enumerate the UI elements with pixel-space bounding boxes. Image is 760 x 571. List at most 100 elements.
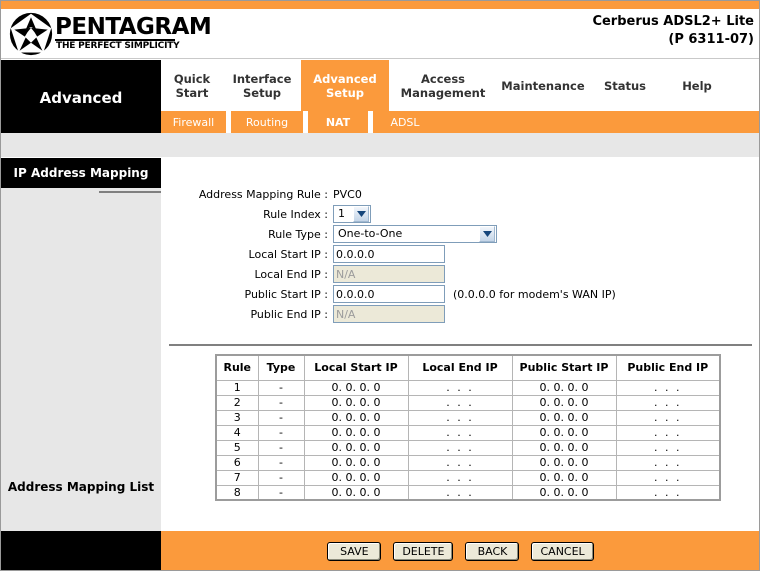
button-label: CANCEL bbox=[540, 544, 585, 558]
sub-tab-firewall[interactable]: Firewall bbox=[161, 111, 226, 133]
table-cell: . . . bbox=[615, 454, 721, 471]
table-cell: 0. 0. 0. 0 bbox=[303, 454, 409, 471]
sub-tab-label: Firewall bbox=[172, 115, 215, 129]
table-cell: 0. 0. 0. 0 bbox=[303, 394, 409, 411]
table-cell: . . . bbox=[615, 424, 721, 441]
select-value: 1 bbox=[338, 207, 345, 220]
table-body: 1-0. 0. 0. 0. . . 0. 0. 0. 0. . . 2-0. 0. … bbox=[215, 379, 721, 501]
main-tab-advanced-setup[interactable]: Advanced Setup bbox=[301, 60, 389, 111]
table-cell: - bbox=[257, 394, 305, 411]
table-cell: . . . bbox=[615, 394, 721, 411]
table-cell: . . . bbox=[407, 394, 513, 411]
form-row-rule-index: Rule Index : 1 bbox=[161, 204, 759, 224]
main-tab-interface-setup[interactable]: Interface Setup bbox=[223, 60, 301, 111]
form-label: Public End IP : bbox=[250, 307, 328, 321]
input-public-end-ip bbox=[333, 305, 445, 323]
delete-button[interactable]: DELETE bbox=[393, 541, 454, 561]
content-area: Address Mapping Rule : PVC0 Rule Index :1R… bbox=[161, 158, 759, 531]
button-label: SAVE bbox=[340, 544, 369, 558]
form-row-rule-type: Rule Type : One-to-One bbox=[161, 224, 759, 244]
button-label: BACK bbox=[477, 544, 508, 558]
footer-left-filler bbox=[1, 531, 161, 570]
table-row: 3-0. 0. 0. 0. . . 0. 0. 0. 0. . . bbox=[215, 409, 721, 426]
table-cell: . . . bbox=[407, 484, 513, 501]
table-row: 2-0. 0. 0. 0. . . 0. 0. 0. 0. . . bbox=[215, 394, 721, 411]
table-cell: 2 bbox=[215, 394, 259, 411]
form-label: Rule Index : bbox=[263, 207, 328, 221]
button-label: DELETE bbox=[402, 544, 445, 558]
back-button[interactable]: BACK bbox=[465, 541, 520, 561]
brand-name: PENTAGRAM bbox=[55, 14, 212, 40]
table-cell: 0. 0. 0. 0 bbox=[511, 409, 617, 426]
brand-logo: PENTAGRAM THE PERFECT SIMPLICITY bbox=[9, 11, 212, 57]
sub-tab-label: Routing bbox=[245, 115, 289, 129]
form-value-address-mapping-rule: PVC0 bbox=[333, 187, 362, 201]
table-cell: 0. 0. 0. 0 bbox=[303, 379, 409, 396]
sub-tab-adsl[interactable]: ADSL bbox=[373, 111, 437, 133]
main-tab-label: Advanced Setup bbox=[313, 71, 377, 100]
table-cell: . . . bbox=[407, 469, 513, 486]
sidebar-address-mapping-list-label: Address Mapping List bbox=[7, 480, 155, 494]
main-tab-label: Status bbox=[603, 78, 647, 93]
table-cell: . . . bbox=[615, 409, 721, 426]
brand-header: PENTAGRAM THE PERFECT SIMPLICITY Cerberu… bbox=[1, 9, 759, 59]
table-cell: 0. 0. 0. 0 bbox=[511, 439, 617, 456]
table-column-header-local-end-ip: Local End IP bbox=[407, 354, 513, 381]
form-label: Address Mapping Rule : bbox=[198, 187, 328, 201]
form-row-public-end-ip: Public End IP : bbox=[161, 304, 759, 324]
input-local-start-ip[interactable] bbox=[333, 245, 445, 263]
main-tab-help[interactable]: Help bbox=[661, 60, 733, 111]
select-rule-index[interactable]: 1 bbox=[333, 205, 371, 223]
table-cell: 4 bbox=[215, 424, 259, 441]
sub-tab-label: NAT bbox=[325, 115, 351, 129]
form-separator-left-extension bbox=[99, 191, 161, 193]
table-cell: 6 bbox=[215, 454, 259, 471]
save-button[interactable]: SAVE bbox=[327, 541, 382, 561]
main-tab-label: Maintenance bbox=[501, 78, 585, 93]
pentagram-star-icon bbox=[9, 12, 53, 56]
main-tab-label: Access Management bbox=[400, 71, 486, 100]
sub-tab-nat[interactable]: NAT bbox=[308, 111, 368, 133]
sidebar-panel-title: IP Address Mapping bbox=[1, 158, 161, 188]
table-row: 1-0. 0. 0. 0. . . 0. 0. 0. 0. . . bbox=[215, 379, 721, 396]
form-row-local-start-ip: Local Start IP : bbox=[161, 244, 759, 264]
main-tab-label: Quick Start bbox=[173, 71, 211, 100]
table-cell: . . . bbox=[615, 469, 721, 486]
table-cell: 0. 0. 0. 0 bbox=[303, 439, 409, 456]
table-cell: - bbox=[257, 484, 305, 501]
form-row-local-end-ip: Local End IP : bbox=[161, 264, 759, 284]
table-column-header-type: Type bbox=[257, 354, 305, 381]
ip-address-mapping-form: Address Mapping Rule : PVC0 Rule Index :1R… bbox=[161, 184, 759, 324]
table-cell: . . . bbox=[407, 439, 513, 456]
table-row: 5-0. 0. 0. 0. . . 0. 0. 0. 0. . . bbox=[215, 439, 721, 456]
form-label: Rule Type : bbox=[268, 227, 328, 241]
subtab-left-filler bbox=[1, 111, 161, 133]
table-cell: . . . bbox=[407, 454, 513, 471]
main-tab-maintenance[interactable]: Maintenance bbox=[497, 60, 589, 111]
table-cell: 0. 0. 0. 0 bbox=[303, 424, 409, 441]
input-public-start-ip[interactable] bbox=[333, 285, 445, 303]
footer-button-bar: SAVE DELETE BACK CANCEL bbox=[161, 531, 759, 570]
table-cell: . . . bbox=[615, 379, 721, 396]
device-model-code: (P 6311-07) bbox=[668, 32, 754, 47]
form-label: Public Start IP : bbox=[244, 287, 329, 301]
table-header-row: Rule Type Local Start IP Local End IP Public… bbox=[215, 354, 721, 381]
chevron-down-icon[interactable] bbox=[353, 206, 369, 222]
main-tab-quick-start[interactable]: Quick Start bbox=[161, 60, 223, 111]
table-column-header-public-end-ip: Public End IP bbox=[615, 354, 721, 381]
form-hint-public-start-ip: (0.0.0.0 for modem's WAN IP) bbox=[453, 287, 616, 301]
sub-tab-routing[interactable]: Routing bbox=[231, 111, 303, 133]
main-tab-bar: Quick Start Interface Setup Advanced Setup… bbox=[161, 60, 759, 111]
select-rule-type[interactable]: One-to-One bbox=[333, 225, 497, 243]
table-cell: 3 bbox=[215, 409, 259, 426]
table-cell: . . . bbox=[407, 379, 513, 396]
table-cell: 0. 0. 0. 0 bbox=[303, 484, 409, 501]
form-row-address-mapping-rule: Address Mapping Rule : PVC0 bbox=[161, 184, 759, 204]
main-tab-status[interactable]: Status bbox=[589, 60, 661, 111]
table-column-header-public-start-ip: Public Start IP bbox=[511, 354, 617, 381]
main-tab-access-management[interactable]: Access Management bbox=[389, 60, 497, 111]
chevron-down-icon[interactable] bbox=[479, 226, 495, 242]
cancel-button[interactable]: CANCEL bbox=[531, 541, 594, 561]
table-cell: 7 bbox=[215, 469, 259, 486]
table-cell: - bbox=[257, 409, 305, 426]
